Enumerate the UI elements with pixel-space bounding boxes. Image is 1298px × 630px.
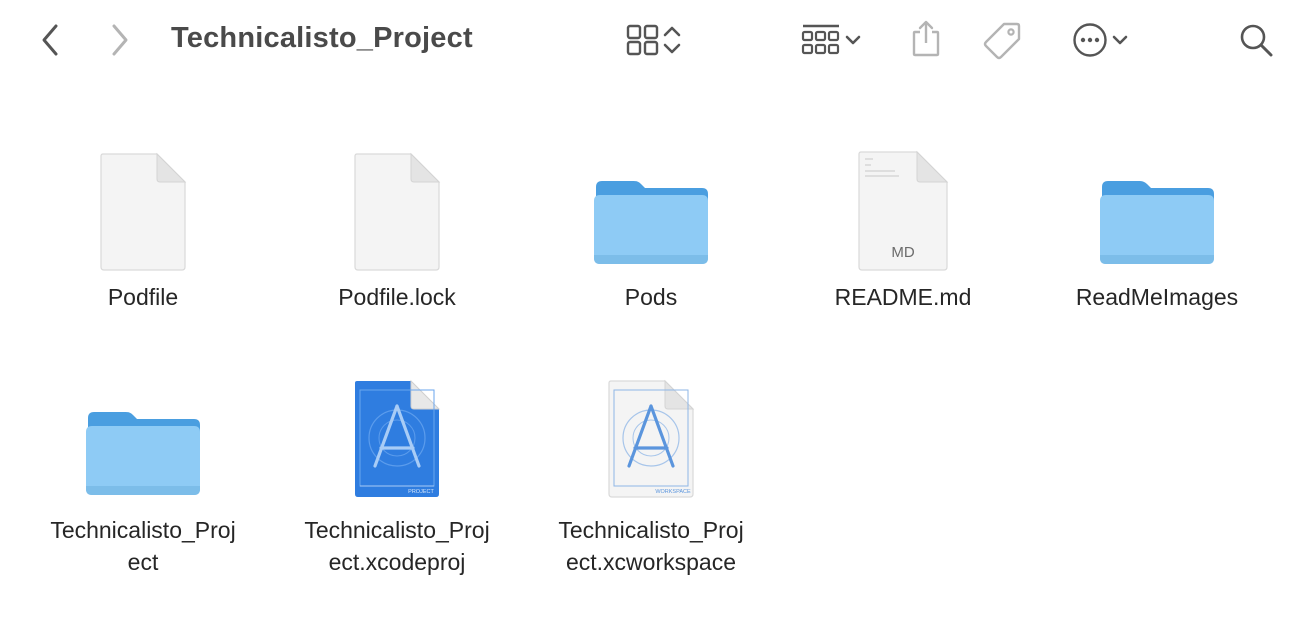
file-name: Podfile bbox=[107, 284, 179, 310]
document-icon bbox=[277, 143, 517, 273]
file-grid: Podfile Podfile.lock Pods MD README.md R… bbox=[0, 0, 1298, 630]
xcworkspace-icon: WORKSPACE bbox=[531, 368, 771, 498]
folder-icon bbox=[1037, 135, 1277, 265]
project-badge: PROJECT bbox=[408, 489, 434, 495]
xcodeproj-icon: PROJECT bbox=[277, 368, 517, 498]
file-name: README.md bbox=[834, 284, 972, 310]
document-icon bbox=[23, 143, 263, 273]
file-name: Technicalisto_Proj ect.xcworkspace bbox=[558, 517, 744, 575]
file-name: Podfile.lock bbox=[338, 284, 456, 310]
file-name: Technicalisto_Proj ect bbox=[50, 517, 236, 575]
markdown-file-icon: MD bbox=[783, 143, 1023, 273]
md-badge: MD bbox=[891, 244, 914, 261]
folder-icon bbox=[531, 135, 771, 265]
folder-icon bbox=[23, 366, 263, 496]
file-name: Pods bbox=[624, 284, 678, 310]
file-name: ReadMeImages bbox=[1075, 284, 1239, 310]
file-name: Technicalisto_Proj ect.xcodeproj bbox=[304, 517, 490, 575]
workspace-badge: WORKSPACE bbox=[655, 489, 691, 495]
